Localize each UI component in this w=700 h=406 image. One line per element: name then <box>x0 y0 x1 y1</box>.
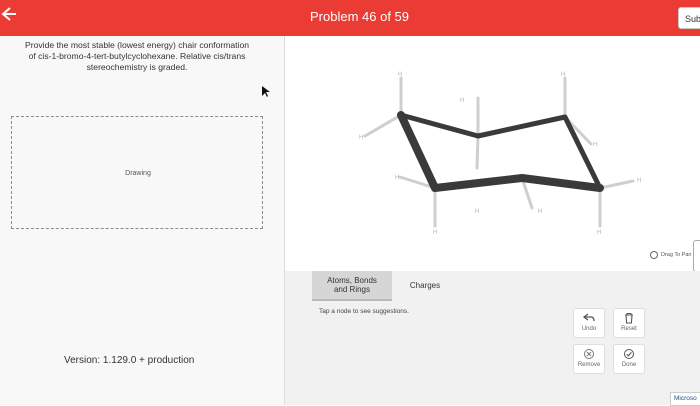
page-title: Problem 46 of 59 <box>310 9 410 24</box>
h-label: H <box>395 175 399 181</box>
done-label: Done <box>621 362 637 368</box>
done-button[interactable]: Done <box>613 344 645 374</box>
h-label: H <box>597 230 601 236</box>
undo-label: Undo <box>581 326 597 332</box>
h-label: H <box>475 209 479 215</box>
bond-eq-6 <box>598 179 635 190</box>
tab-atoms-bonds-rings[interactable]: Atoms, Bonds and Rings <box>312 271 392 301</box>
submit-button[interactable]: Sub <box>678 7 700 29</box>
drag-to-pan-indicator[interactable]: Drag To Pan <box>650 251 691 259</box>
remove-circle-icon <box>584 349 594 359</box>
undo-button[interactable]: Undo <box>573 308 605 338</box>
chair-structure[interactable]: H H H H H H H H H H H <box>285 36 700 271</box>
h-label: H <box>538 209 542 215</box>
bond-eq-3 <box>475 134 480 170</box>
h-label: H <box>359 135 363 141</box>
h-label: H <box>398 72 402 78</box>
version-text: Version: 1.129.0 + production <box>64 355 195 366</box>
tab-charges[interactable]: Charges <box>395 271 455 299</box>
tab-label: Atoms, Bonds <box>327 276 377 285</box>
question-line: stereochemistry is graded. <box>86 62 188 72</box>
remove-label: Remove <box>577 362 601 368</box>
drawing-label: Drawing <box>125 170 151 177</box>
reset-label: Reset <box>621 326 637 332</box>
top-bar: Problem 46 of 59 Sub <box>0 0 700 36</box>
h-label: H <box>637 178 641 184</box>
reset-button[interactable]: Reset <box>613 308 645 338</box>
hint-text: Tap a node to see suggestions. <box>319 308 409 315</box>
undo-arrow-icon <box>583 313 595 322</box>
question-line: Provide the most stable (lowest energy) … <box>24 40 250 50</box>
arrow-left-icon[interactable] <box>0 6 16 22</box>
h-label: H <box>433 230 437 236</box>
h-label: H <box>460 98 464 104</box>
side-panel-handle[interactable] <box>693 240 700 272</box>
h-label: H <box>561 72 565 78</box>
drawing-toolbar: Atoms, Bonds and Rings Charges Tap a nod… <box>285 271 700 405</box>
remove-button[interactable]: Remove <box>573 344 605 374</box>
taskbar-microsoft-item[interactable]: Microso <box>670 392 700 406</box>
check-circle-icon <box>624 349 634 359</box>
molecule-canvas[interactable]: H H H H H H H H H H H <box>285 36 700 271</box>
h-label: H <box>593 142 597 148</box>
tab-label: and Rings <box>333 285 371 294</box>
mouse-cursor-icon <box>262 86 270 97</box>
question-line: of cis-1-bromo-4-tert-butylcyclohexane. … <box>28 51 246 61</box>
question-pane: Provide the most stable (lowest energy) … <box>0 36 285 405</box>
trash-icon <box>625 312 633 324</box>
circle-icon <box>650 251 658 259</box>
drag-to-pan-label: Drag To Pan <box>661 252 692 258</box>
question-text: Provide the most stable (lowest energy) … <box>6 40 268 73</box>
bond-eq-1 <box>363 113 403 138</box>
drawing-preview[interactable]: Drawing <box>11 116 263 229</box>
